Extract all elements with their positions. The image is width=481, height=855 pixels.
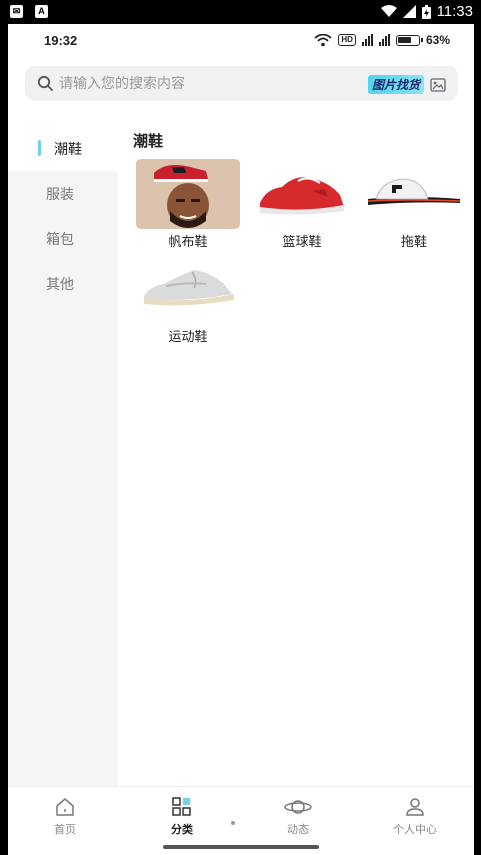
signal-icon [402, 5, 416, 18]
tab-profile[interactable]: 个人中心 [365, 797, 465, 837]
canvas-shoe-image [136, 159, 240, 229]
product-slipper[interactable]: 拖鞋 [362, 159, 466, 250]
tab-label: 个人中心 [393, 823, 437, 836]
product-name: 帆布鞋 [168, 235, 208, 250]
sidebar-item-label: 箱包 [46, 231, 74, 248]
product-name: 运动鞋 [168, 330, 208, 345]
product-basketball-shoe[interactable]: 篮球鞋 [250, 159, 354, 250]
sidebar-item-qita[interactable]: 其他 [8, 261, 118, 306]
phone-time: 19:32 [44, 33, 78, 48]
wifi-icon [380, 5, 397, 17]
product-name: 篮球鞋 [282, 235, 322, 250]
sneaker-image [136, 254, 240, 324]
search-bar[interactable]: 图片找货 [25, 66, 458, 101]
basketball-shoe-image [250, 159, 354, 229]
search-icon [37, 75, 53, 91]
sidebar-item-xiangbao[interactable]: 箱包 [8, 216, 118, 261]
category-icon [172, 797, 191, 816]
tab-label: 分类 [171, 823, 193, 836]
tab-category[interactable]: 分类 [132, 797, 232, 837]
sidebar-item-fuzhuang[interactable]: 服装 [8, 171, 118, 216]
tab-feed[interactable]: 动态 [248, 797, 348, 837]
product-name: 拖鞋 [400, 235, 427, 250]
signal-4g-icon-2 [378, 34, 390, 46]
hd-badge: HD [338, 34, 356, 46]
sidebar-item-label: 其他 [46, 276, 74, 293]
search-input[interactable] [59, 66, 339, 101]
product-sneaker[interactable]: 运动鞋 [136, 254, 240, 345]
bottom-navigation: 首页 分类 动态 个人中心 [8, 786, 474, 855]
tab-label: 动态 [287, 823, 309, 836]
sidebar-item-label: 潮鞋 [54, 141, 82, 158]
app-notification-icon: A [35, 5, 48, 18]
wifi-icon [314, 33, 332, 46]
category-title: 潮鞋 [133, 132, 164, 150]
category-sidebar: 潮鞋 服装 箱包 其他 [8, 126, 118, 786]
slipper-image [362, 159, 466, 229]
planet-icon [284, 800, 312, 814]
app-screen: 19:32 HD 63% 图片找货 [8, 24, 474, 855]
signal-4g-icon [361, 34, 373, 46]
mail-notification-icon: ✉ [10, 5, 23, 18]
product-canvas-shoe[interactable]: 帆布鞋 [136, 159, 240, 250]
indicator-dot [231, 821, 235, 825]
system-time: 11:33 [436, 3, 473, 20]
phone-status-bar: 19:32 HD 63% [8, 24, 474, 60]
image-scan-icon [430, 77, 446, 92]
battery-percent: 63% [425, 33, 450, 47]
user-icon [406, 798, 424, 816]
tab-home[interactable]: 首页 [15, 797, 115, 837]
system-status-bar: ✉ A 11:33 [0, 0, 481, 24]
battery-icon [421, 4, 431, 19]
battery-icon [395, 34, 423, 46]
home-icon [56, 798, 74, 816]
sidebar-item-chaoxie[interactable]: 潮鞋 [8, 126, 118, 171]
tab-label: 首页 [54, 823, 76, 836]
sidebar-item-label: 服装 [46, 186, 74, 203]
image-search-button[interactable]: 图片找货 [367, 75, 446, 94]
gesture-home-bar[interactable] [163, 845, 319, 849]
image-search-label: 图片找货 [367, 75, 424, 94]
